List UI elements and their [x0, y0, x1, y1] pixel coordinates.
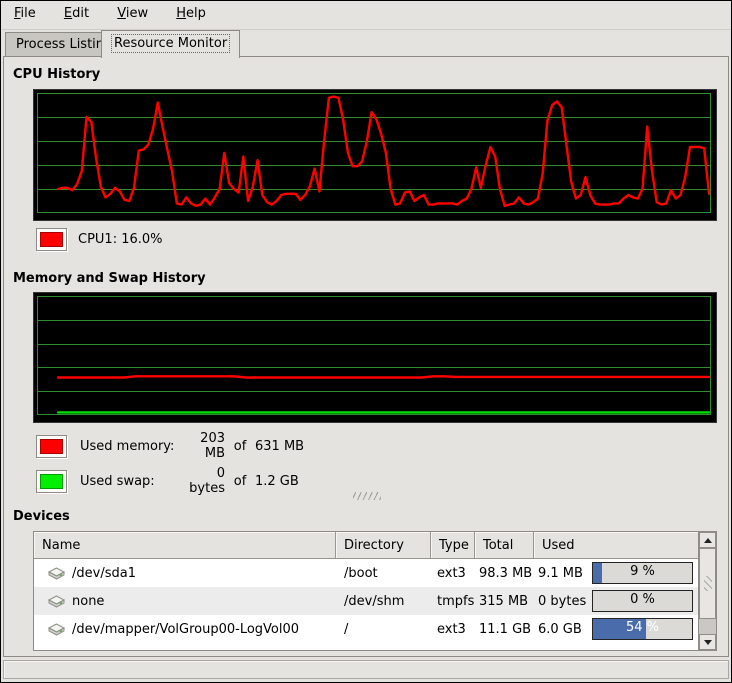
devices-table-body: /dev/sda1 /boot ext3 98.3 MB 9.1 MB 9 %: [34, 559, 698, 650]
used-swap-value: 0 bytes: [177, 466, 225, 496]
device-name: none: [72, 594, 104, 609]
scroll-up-button[interactable]: [699, 532, 716, 548]
harddisk-icon: [47, 594, 66, 608]
menu-view[interactable]: View: [106, 1, 159, 26]
cpu1-color-swatch: [40, 232, 63, 247]
device-total: 315 MB: [475, 594, 534, 609]
cpu-history-chart: [33, 89, 717, 221]
usage-progress-bar: 0 %: [592, 590, 693, 612]
memory-swap-title: Memory and Swap History: [13, 271, 206, 286]
usage-percent-label: 0 %: [593, 592, 692, 607]
column-header-total[interactable]: Total: [475, 532, 534, 558]
used-swap-label: Used swap:: [80, 474, 177, 489]
usage-progress-bar: 54 %: [592, 618, 693, 640]
harddisk-icon: [47, 566, 66, 580]
device-type: tmpfs: [431, 594, 475, 609]
device-type: ext3: [431, 566, 475, 581]
used-memory-color-button[interactable]: [36, 435, 67, 458]
table-row[interactable]: /dev/mapper/VolGroup00-LogVol00 / ext3 1…: [34, 615, 698, 643]
arrow-down-icon: [704, 640, 712, 645]
table-row[interactable]: /dev/sda1 /boot ext3 98.3 MB 9.1 MB 9 %: [34, 559, 698, 587]
scrollbar-trough[interactable]: [699, 619, 716, 634]
used-swap-legend: Used swap: 0 bytes of 1.2 GB: [36, 466, 299, 496]
usage-percent-label: 54 %: [593, 620, 692, 635]
tab-resource-monitor[interactable]: Resource Monitor: [101, 30, 240, 58]
devices-table-header: Name Directory Type Total Used: [34, 532, 698, 559]
device-name: /dev/sda1: [72, 566, 136, 581]
status-bar: [3, 660, 729, 679]
menu-help-label: elp: [186, 6, 206, 21]
column-header-directory[interactable]: Directory: [336, 532, 431, 558]
memory-swap-plot: [34, 293, 714, 420]
scroll-down-button[interactable]: [699, 634, 716, 650]
used-memory-of: of: [225, 439, 255, 454]
device-total: 11.1 GB: [475, 622, 534, 637]
device-type: ext3: [431, 622, 475, 637]
menu-view-mnemonic: V: [117, 6, 126, 21]
total-swap-value: 1.2 GB: [255, 474, 299, 489]
devices-table: Name Directory Type Total Used /dev/sda1: [33, 531, 717, 651]
menu-file-label: ile: [21, 6, 36, 21]
scrollbar-thumb[interactable]: [699, 548, 716, 619]
menu-bar: File Edit View Help: [1, 1, 731, 30]
cpu1-usage-label: CPU1: 16.0%: [78, 232, 163, 247]
menu-edit-mnemonic: E: [64, 6, 72, 21]
menu-help[interactable]: Help: [165, 1, 217, 26]
menu-view-label: iew: [126, 6, 148, 21]
column-header-used[interactable]: Used: [534, 532, 698, 558]
column-header-type[interactable]: Type: [431, 532, 475, 558]
menu-edit[interactable]: Edit: [53, 1, 100, 26]
used-swap-color-button[interactable]: [36, 470, 67, 493]
pane-resize-grip[interactable]: [353, 492, 381, 500]
device-directory: /: [336, 622, 431, 637]
device-used: 6.0 GB: [538, 622, 582, 637]
used-memory-value: 203 MB: [177, 431, 225, 461]
scrollbar-grip-icon: [704, 576, 712, 591]
table-row[interactable]: none /dev/shm tmpfs 315 MB 0 bytes 0 %: [34, 587, 698, 615]
cpu1-color-button[interactable]: [36, 228, 67, 251]
used-memory-label: Used memory:: [80, 439, 177, 454]
memory-swap-chart: [33, 292, 717, 423]
menu-file[interactable]: File: [3, 1, 47, 26]
total-memory-value: 631 MB: [255, 439, 304, 454]
system-monitor-window: File Edit View Help Process Listing Reso…: [0, 0, 732, 683]
cpu-legend: CPU1: 16.0%: [36, 228, 163, 251]
device-used: 9.1 MB: [538, 566, 583, 581]
cpu-history-plot: [34, 90, 714, 218]
tab-resource-monitor-label: Resource Monitor: [112, 35, 229, 52]
device-name: /dev/mapper/VolGroup00-LogVol00: [72, 622, 299, 637]
usage-progress-bar: 9 %: [592, 562, 693, 584]
used-memory-color-swatch: [40, 439, 63, 454]
cpu-history-title: CPU History: [13, 67, 100, 82]
device-directory: /dev/shm: [336, 594, 431, 609]
device-directory: /boot: [336, 566, 431, 581]
menu-help-mnemonic: H: [176, 6, 186, 21]
used-swap-of: of: [225, 474, 255, 489]
used-swap-color-swatch: [40, 474, 63, 489]
device-total: 98.3 MB: [475, 566, 534, 581]
usage-percent-label: 9 %: [593, 564, 692, 579]
menu-edit-label: dit: [72, 6, 89, 21]
column-header-name[interactable]: Name: [34, 532, 336, 558]
vertical-scrollbar[interactable]: [698, 532, 716, 650]
used-memory-legend: Used memory: 203 MB of 631 MB: [36, 431, 304, 461]
device-used: 0 bytes: [538, 594, 586, 609]
devices-title: Devices: [13, 509, 70, 524]
harddisk-icon: [47, 622, 66, 636]
arrow-up-icon: [704, 538, 712, 543]
